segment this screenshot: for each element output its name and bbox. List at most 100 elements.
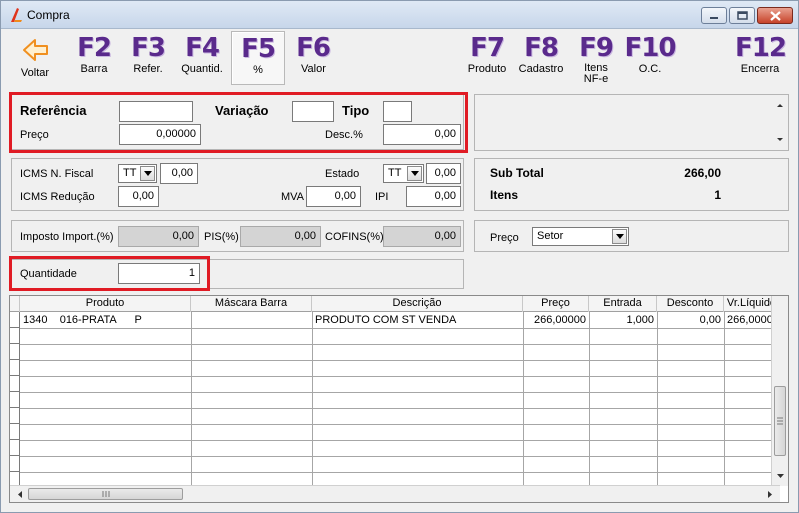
f12-encerra-button[interactable]: F12 Encerra <box>735 33 787 85</box>
subtotal-value: 266,00 <box>684 166 721 180</box>
imposto-import-label: Imposto Import.(%) <box>20 231 114 243</box>
col-entrada[interactable]: Entrada <box>589 296 657 312</box>
f3-label: Refer. <box>133 63 163 75</box>
cell-entrada[interactable]: 1,000 <box>589 313 657 329</box>
f4-label: Quantid. <box>181 63 223 75</box>
f2-key: F2 <box>77 33 112 63</box>
itens-value: 1 <box>714 188 721 202</box>
f10-label: O.C. <box>638 63 662 75</box>
scroll-left-icon <box>18 491 22 498</box>
f8-label: Cadastro <box>518 63 564 75</box>
grip-icon <box>102 491 110 497</box>
f2-barra-button[interactable]: F2 Barra <box>73 33 115 85</box>
imposto-import-input: 0,00 <box>118 226 199 247</box>
maximize-button[interactable] <box>729 7 755 24</box>
icms-nf-dropdown-button[interactable] <box>140 166 155 181</box>
cell-mascara-barra[interactable] <box>191 313 312 329</box>
icms-nf-type-value: TT <box>123 167 137 179</box>
estado-dropdown-button[interactable] <box>407 166 422 181</box>
memo-scrollbar[interactable] <box>772 95 788 150</box>
cell-desconto[interactable]: 0,00 <box>657 313 724 329</box>
row-indicator[interactable] <box>10 440 19 456</box>
highlight-box-product <box>9 92 468 153</box>
row-indicator[interactable] <box>10 424 19 440</box>
f9-itens-nfe-button[interactable]: F9 Itens NF-e <box>575 33 617 85</box>
row-indicator[interactable] <box>10 408 19 424</box>
row-indicator[interactable] <box>10 456 19 472</box>
col-produto[interactable]: Produto <box>20 296 191 312</box>
f3-refer-button[interactable]: F3 Refer. <box>127 33 169 85</box>
f7-produto-button[interactable]: F7 Produto <box>465 33 509 85</box>
window: Compra Voltar F2 Barra F3 Refer. F4 Quan… <box>0 0 799 513</box>
grid-vertical-scrollbar[interactable] <box>771 296 788 486</box>
f5-label: % <box>253 64 263 76</box>
grid-header: Produto Máscara Barra Descrição Preço En… <box>10 296 780 312</box>
preco-select-label: Preço <box>490 232 519 244</box>
ipi-label: IPI <box>375 191 389 203</box>
f10-oc-button[interactable]: F10 O.C. <box>623 33 677 85</box>
estado-type-select[interactable]: TT <box>383 164 424 183</box>
cell-preco[interactable]: 266,00000 <box>523 313 589 329</box>
scroll-up-icon <box>777 104 783 107</box>
f6-valor-button[interactable]: F6 Valor <box>291 33 335 85</box>
maximize-icon <box>736 11 748 20</box>
cell-produto[interactable]: 1340 016-PRATA P <box>20 313 191 329</box>
minimize-button[interactable] <box>701 7 727 24</box>
chevron-down-icon <box>143 171 152 176</box>
highlight-box-quantity <box>9 256 210 291</box>
close-button[interactable] <box>757 7 793 24</box>
icms-nf-input[interactable]: 0,00 <box>160 163 198 184</box>
scroll-right-icon <box>768 491 772 498</box>
f4-key: F4 <box>185 33 220 63</box>
row-indicator[interactable] <box>10 312 19 328</box>
f12-key: F12 <box>735 33 787 63</box>
row-indicator-column <box>10 312 20 485</box>
f12-label: Encerra <box>740 63 780 75</box>
f7-key: F7 <box>470 33 505 63</box>
f5-percent-button[interactable]: F5 % <box>231 31 285 85</box>
col-desconto[interactable]: Desconto <box>657 296 724 312</box>
col-preco[interactable]: Preço <box>523 296 589 312</box>
chevron-down-icon <box>615 234 624 239</box>
estado-input[interactable]: 0,00 <box>426 163 461 184</box>
row-indicator[interactable] <box>10 344 19 360</box>
notes-memo[interactable] <box>474 94 789 151</box>
icms-reducao-input[interactable]: 0,00 <box>118 186 159 207</box>
voltar-label: Voltar <box>20 67 50 79</box>
grip-icon <box>777 417 783 425</box>
f7-label: Produto <box>467 63 507 75</box>
f6-key: F6 <box>296 33 331 63</box>
mva-input[interactable]: 0,00 <box>306 186 361 207</box>
row-indicator[interactable] <box>10 392 19 408</box>
preco-setor-dropdown-button[interactable] <box>612 229 627 244</box>
grid-horizontal-scrollbar[interactable] <box>10 485 780 502</box>
row-indicator[interactable] <box>10 360 19 376</box>
voltar-button[interactable]: Voltar <box>15 33 55 85</box>
scroll-down-icon <box>777 138 783 141</box>
price-select-panel <box>474 220 789 252</box>
vertical-scroll-thumb[interactable] <box>774 386 786 456</box>
f2-label: Barra <box>80 63 108 75</box>
chevron-down-icon <box>410 171 419 176</box>
col-mascara-barra[interactable]: Máscara Barra <box>191 296 312 312</box>
f9-label-2: NF-e <box>583 73 609 85</box>
row-indicator[interactable] <box>10 376 19 392</box>
close-icon <box>769 10 781 21</box>
estado-type-value: TT <box>388 167 402 179</box>
f4-quantid-button[interactable]: F4 Quantid. <box>179 33 225 85</box>
horizontal-scroll-thumb[interactable] <box>28 488 183 500</box>
cell-descricao[interactable]: PRODUTO COM ST VENDA <box>312 313 523 329</box>
preco-setor-select[interactable]: Setor <box>532 227 629 246</box>
icms-nf-type-select[interactable]: TT <box>118 164 157 183</box>
ipi-input[interactable]: 0,00 <box>406 186 461 207</box>
f10-key: F10 <box>624 33 677 63</box>
window-title: Compra <box>27 8 70 22</box>
f8-key: F8 <box>524 33 559 63</box>
col-descricao[interactable]: Descrição <box>312 296 523 312</box>
cofins-label: COFINS(%) <box>325 231 384 243</box>
row-indicator[interactable] <box>10 328 19 344</box>
app-logo-icon <box>11 8 22 22</box>
f3-key: F3 <box>131 33 166 63</box>
f8-cadastro-button[interactable]: F8 Cadastro <box>517 33 565 85</box>
items-grid[interactable]: Produto Máscara Barra Descrição Preço En… <box>9 295 789 503</box>
